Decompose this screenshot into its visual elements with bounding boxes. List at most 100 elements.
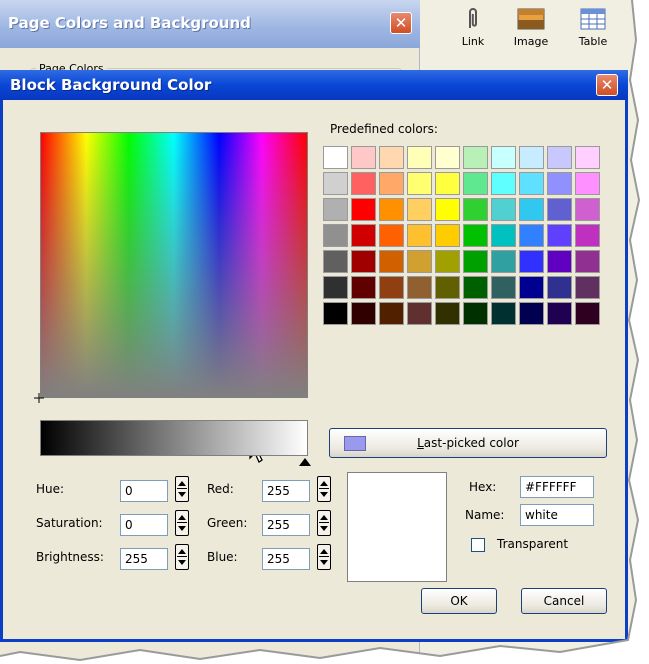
cancel-button[interactable]: Cancel bbox=[521, 588, 607, 614]
hue-spinner[interactable] bbox=[175, 476, 189, 502]
color-swatch[interactable] bbox=[519, 250, 544, 273]
color-swatch[interactable] bbox=[575, 198, 600, 221]
color-swatch[interactable] bbox=[407, 198, 432, 221]
color-swatch[interactable] bbox=[351, 276, 376, 299]
color-swatch[interactable] bbox=[351, 172, 376, 195]
color-swatch[interactable] bbox=[491, 146, 516, 169]
color-swatch[interactable] bbox=[491, 250, 516, 273]
color-swatch[interactable] bbox=[491, 302, 516, 325]
color-swatch[interactable] bbox=[323, 302, 348, 325]
color-swatch[interactable] bbox=[323, 250, 348, 273]
color-swatch[interactable] bbox=[435, 172, 460, 195]
color-swatch[interactable] bbox=[323, 172, 348, 195]
color-swatch[interactable] bbox=[407, 250, 432, 273]
color-swatch[interactable] bbox=[547, 302, 572, 325]
color-swatch[interactable] bbox=[491, 276, 516, 299]
color-swatch[interactable] bbox=[351, 250, 376, 273]
toolbar-link-button[interactable]: Link bbox=[448, 6, 498, 48]
green-input[interactable]: 255 bbox=[262, 514, 310, 536]
last-picked-color-button[interactable]: Last-picked color bbox=[329, 428, 607, 458]
color-swatch[interactable] bbox=[435, 250, 460, 273]
color-swatch[interactable] bbox=[379, 250, 404, 273]
color-swatch[interactable] bbox=[491, 198, 516, 221]
toolbar-image-button[interactable]: Image bbox=[506, 6, 556, 48]
hue-input[interactable]: 0 bbox=[120, 480, 168, 502]
color-swatch[interactable] bbox=[435, 224, 460, 247]
color-swatch[interactable] bbox=[435, 146, 460, 169]
color-swatch[interactable] bbox=[463, 198, 488, 221]
color-swatch[interactable] bbox=[547, 250, 572, 273]
color-swatch[interactable] bbox=[463, 146, 488, 169]
color-swatch[interactable] bbox=[407, 276, 432, 299]
transparent-checkbox[interactable] bbox=[471, 538, 485, 552]
hue-down-arrow-icon[interactable] bbox=[178, 492, 186, 497]
color-swatch[interactable] bbox=[323, 146, 348, 169]
green-up-arrow-icon[interactable] bbox=[320, 515, 328, 520]
color-swatch[interactable] bbox=[575, 146, 600, 169]
color-swatch[interactable] bbox=[463, 172, 488, 195]
color-swatch[interactable] bbox=[323, 276, 348, 299]
brightness-down-arrow-icon[interactable] bbox=[178, 560, 186, 565]
brightness-up-arrow-icon[interactable] bbox=[178, 549, 186, 554]
color-swatch[interactable] bbox=[407, 172, 432, 195]
color-swatch[interactable] bbox=[435, 302, 460, 325]
saturation-up-arrow-icon[interactable] bbox=[178, 515, 186, 520]
color-swatch[interactable] bbox=[547, 224, 572, 247]
saturation-input[interactable]: 0 bbox=[120, 514, 168, 536]
dialog-close-button[interactable]: ✕ bbox=[596, 74, 618, 96]
toolbar-table-button[interactable]: Table bbox=[568, 6, 618, 48]
color-swatch[interactable] bbox=[351, 146, 376, 169]
red-spinner[interactable] bbox=[317, 476, 331, 502]
color-swatch[interactable] bbox=[379, 276, 404, 299]
blue-spinner[interactable] bbox=[317, 544, 331, 570]
color-swatch[interactable] bbox=[435, 198, 460, 221]
color-swatch[interactable] bbox=[575, 302, 600, 325]
color-swatch[interactable] bbox=[547, 198, 572, 221]
color-swatch[interactable] bbox=[435, 276, 460, 299]
brightness-slider-marker-icon[interactable] bbox=[299, 458, 311, 466]
color-swatch[interactable] bbox=[379, 224, 404, 247]
page-colors-close-button[interactable]: ✕ bbox=[390, 12, 412, 34]
color-swatch[interactable] bbox=[575, 276, 600, 299]
color-swatch[interactable] bbox=[491, 224, 516, 247]
ok-button[interactable]: OK bbox=[421, 588, 497, 614]
color-swatch[interactable] bbox=[519, 146, 544, 169]
color-swatch[interactable] bbox=[463, 250, 488, 273]
name-input[interactable]: white bbox=[520, 504, 594, 526]
color-swatch[interactable] bbox=[575, 172, 600, 195]
color-swatch[interactable] bbox=[519, 172, 544, 195]
color-swatch[interactable] bbox=[463, 224, 488, 247]
color-swatch[interactable] bbox=[407, 302, 432, 325]
color-swatch[interactable] bbox=[379, 172, 404, 195]
saturation-down-arrow-icon[interactable] bbox=[178, 526, 186, 531]
color-swatch[interactable] bbox=[379, 302, 404, 325]
color-swatch[interactable] bbox=[519, 224, 544, 247]
brightness-input[interactable]: 255 bbox=[120, 548, 168, 570]
hue-up-arrow-icon[interactable] bbox=[178, 481, 186, 486]
color-swatch[interactable] bbox=[323, 198, 348, 221]
color-swatch[interactable] bbox=[407, 146, 432, 169]
blue-input[interactable]: 255 bbox=[262, 548, 310, 570]
color-swatch[interactable] bbox=[463, 276, 488, 299]
color-swatch[interactable] bbox=[519, 198, 544, 221]
red-input[interactable]: 255 bbox=[262, 480, 310, 502]
color-swatch[interactable] bbox=[519, 302, 544, 325]
color-spectrum-picker[interactable] bbox=[40, 132, 308, 398]
color-swatch[interactable] bbox=[351, 198, 376, 221]
color-swatch[interactable] bbox=[379, 198, 404, 221]
color-swatch[interactable] bbox=[379, 146, 404, 169]
color-swatch[interactable] bbox=[463, 302, 488, 325]
color-swatch[interactable] bbox=[407, 224, 432, 247]
color-swatch[interactable] bbox=[351, 302, 376, 325]
color-swatch[interactable] bbox=[519, 276, 544, 299]
color-swatch[interactable] bbox=[575, 250, 600, 273]
color-swatch[interactable] bbox=[351, 224, 376, 247]
red-up-arrow-icon[interactable] bbox=[320, 481, 328, 486]
brightness-spinner[interactable] bbox=[175, 544, 189, 570]
color-swatch[interactable] bbox=[491, 172, 516, 195]
color-swatch[interactable] bbox=[547, 172, 572, 195]
blue-down-arrow-icon[interactable] bbox=[320, 560, 328, 565]
red-down-arrow-icon[interactable] bbox=[320, 492, 328, 497]
green-spinner[interactable] bbox=[317, 510, 331, 536]
saturation-spinner[interactable] bbox=[175, 510, 189, 536]
